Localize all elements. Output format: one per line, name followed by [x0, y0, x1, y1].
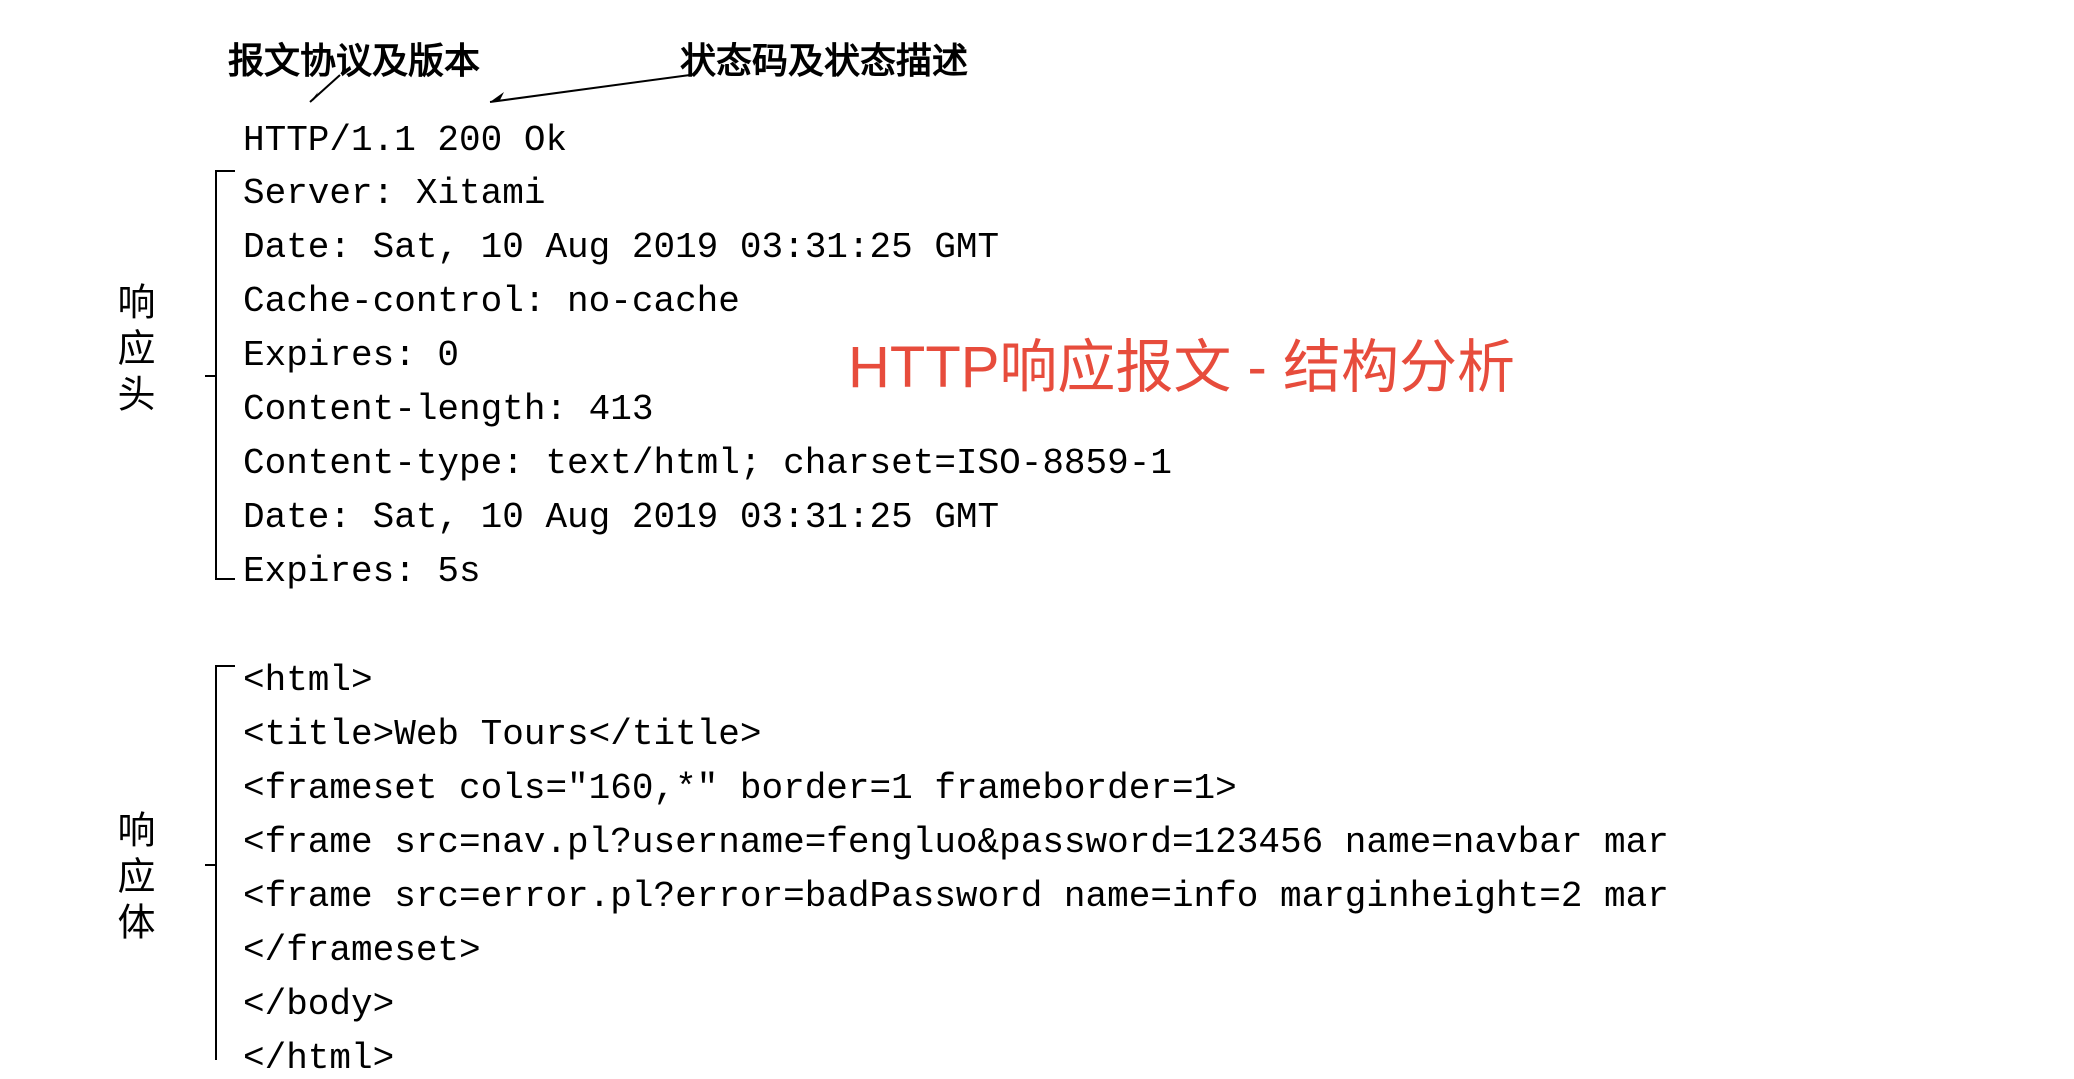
title-overlay: HTTP响应报文 - 结构分析 [848, 320, 1515, 404]
status-line: HTTP/1.1 200 Ok [243, 120, 567, 161]
body-line8: </html> [243, 1038, 394, 1079]
label-response-body: 响应体 [105, 810, 160, 948]
body-line2: <title>Web Tours</title> [243, 714, 761, 755]
body-line1: <html> [243, 660, 373, 701]
header-content-type: Content-type: text/html; charset=ISO-885… [243, 443, 1172, 484]
bracket-header-icon [215, 170, 235, 580]
arrow-protocol-icon [300, 70, 380, 110]
header-expires1: Expires: 0 [243, 335, 459, 376]
header-expires2: Expires: 5s [243, 551, 481, 592]
body-line7: </body> [243, 984, 394, 1025]
body-line3: <frameset cols="160,*" border=1 framebor… [243, 768, 1237, 809]
header-cache: Cache-control: no-cache [243, 281, 740, 322]
body-line4: <frame src=nav.pl?username=fengluo&passw… [243, 822, 1669, 863]
bracket-body-icon [215, 665, 235, 1060]
header-content-length: Content-length: 413 [243, 389, 653, 430]
header-server: Server: Xitami [243, 173, 545, 214]
arrow-status-icon [480, 70, 700, 110]
label-response-header: 响应头 [105, 282, 160, 420]
body-line5: <frame src=error.pl?error=badPassword na… [243, 876, 1669, 917]
label-status-code: 状态码及状态描述 [680, 32, 968, 84]
header-date1: Date: Sat, 10 Aug 2019 03:31:25 GMT [243, 227, 999, 268]
header-date2: Date: Sat, 10 Aug 2019 03:31:25 GMT [243, 497, 999, 538]
body-line6: </frameset> [243, 930, 481, 971]
